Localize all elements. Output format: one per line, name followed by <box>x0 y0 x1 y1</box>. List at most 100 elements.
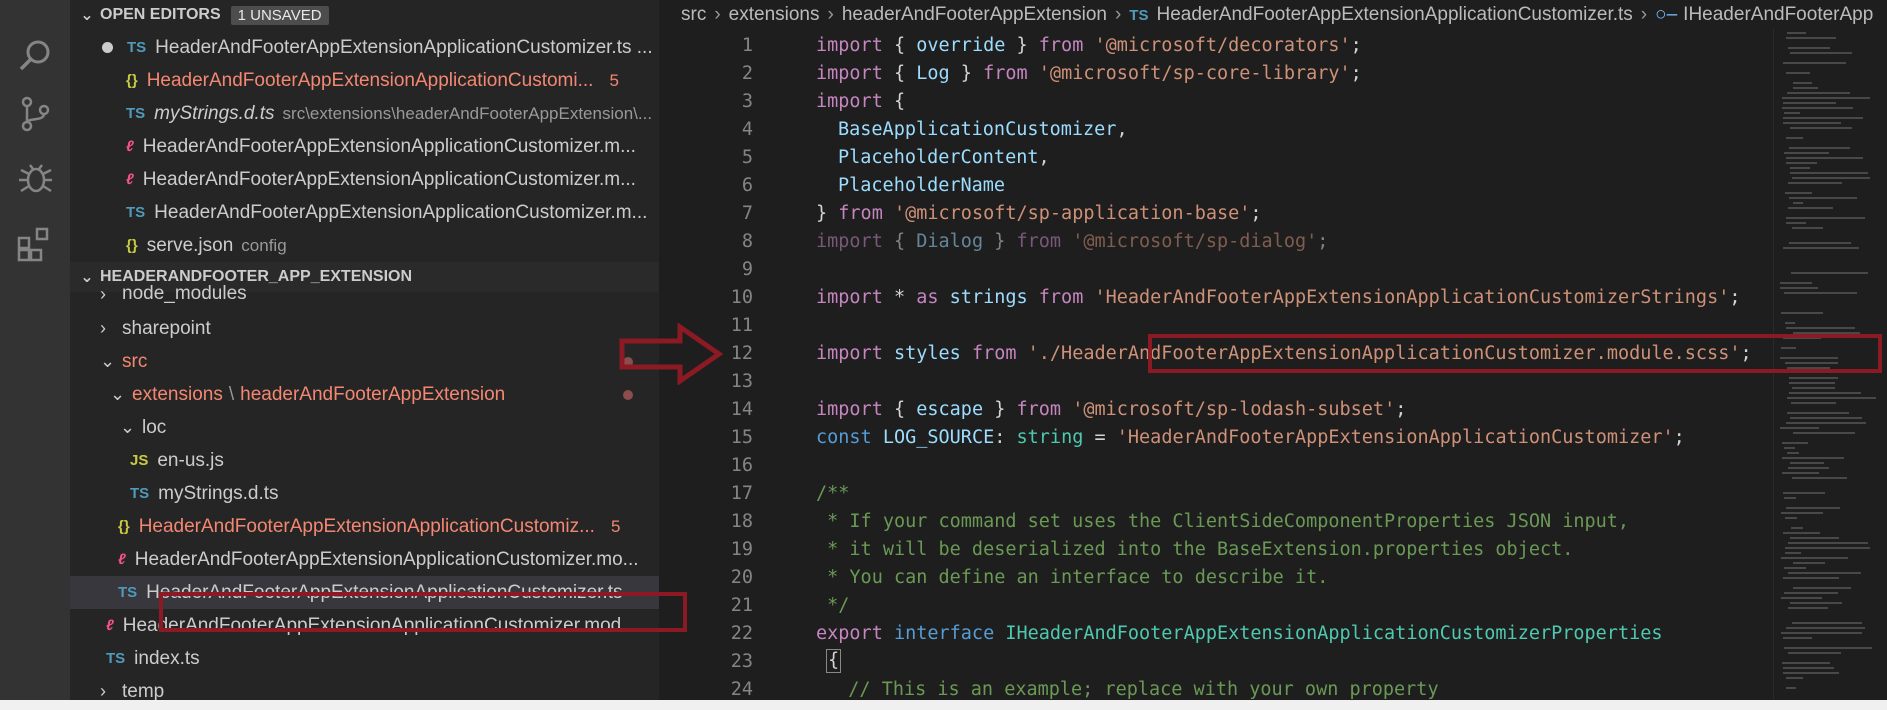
minimap-line <box>1783 637 1812 639</box>
code-line: 6 PlaceholderName <box>659 171 1005 199</box>
tree-folder[interactable]: › sharepoint <box>70 312 659 345</box>
open-editor-item[interactable]: TS HeaderAndFooterAppExtensionApplicatio… <box>70 196 659 229</box>
tree-file[interactable]: TS index.ts <box>70 642 659 675</box>
minimap-line <box>1789 392 1861 394</box>
minimap-line <box>1783 102 1836 104</box>
tree-file[interactable]: TS myStrings.d.ts <box>70 477 659 510</box>
code-line: 8 import { Dialog } from '@microsoft/sp-… <box>659 227 1329 255</box>
tree-file[interactable]: {} HeaderAndFooterAppExtensionApplicatio… <box>70 510 659 543</box>
minimap-line <box>1786 137 1803 139</box>
open-editors-header[interactable]: ⌄ OPEN EDITORS 1 UNSAVED <box>70 0 659 30</box>
extensions-icon[interactable] <box>13 222 57 266</box>
tree-folder[interactable]: ⌄ extensions \ headerAndFooterAppExtensi… <box>70 378 659 411</box>
minimap-line <box>1786 422 1866 424</box>
tree-label: HeaderAndFooterAppExtensionApplicationCu… <box>134 548 639 570</box>
minimap-line <box>1786 217 1865 219</box>
open-editor-item[interactable]: ℓ HeaderAndFooterAppExtensionApplication… <box>70 130 659 163</box>
source-control-icon[interactable] <box>13 92 57 136</box>
code-line: 22 export interface IHeaderAndFooterAppE… <box>659 619 1663 647</box>
minimap-line <box>1793 202 1803 204</box>
line-number: 16 <box>730 454 753 476</box>
chevron-down-icon: ⌄ <box>110 384 126 404</box>
open-editor-item[interactable]: {} serve.json config <box>70 229 659 262</box>
minimap-line <box>1786 687 1796 689</box>
minimap-line <box>1784 592 1838 594</box>
minimap-line <box>1789 242 1851 244</box>
open-editor-item[interactable]: TS HeaderAndFooterAppExtensionApplicatio… <box>70 31 659 64</box>
open-editor-item[interactable]: {} HeaderAndFooterAppExtensionApplicatio… <box>70 64 659 97</box>
open-editor-item[interactable]: ℓ HeaderAndFooterAppExtensionApplication… <box>70 163 659 196</box>
typescript-file-icon: TS <box>130 485 150 502</box>
code-line: 1 import { override } from '@microsoft/d… <box>659 31 1362 59</box>
minimap-line <box>1788 542 1868 544</box>
typescript-file-icon: TS <box>106 650 126 667</box>
minimap-line <box>1790 462 1824 464</box>
minimap-line <box>1793 432 1855 434</box>
breadcrumb-symbol[interactable]: IHeaderAndFooterApp <box>1683 4 1873 26</box>
minimap-line <box>1782 457 1844 459</box>
minimap-line <box>1785 192 1812 194</box>
tree-folder[interactable]: › temp <box>70 675 659 701</box>
javascript-file-icon: JS <box>130 452 149 469</box>
breadcrumb-item[interactable]: src <box>681 4 706 26</box>
minimap-line <box>1783 532 1820 534</box>
tree-label: index.ts <box>134 647 200 669</box>
minimap-line <box>1793 87 1818 89</box>
open-editor-item[interactable]: TS myStrings.d.ts src\extensions\headerA… <box>70 97 659 130</box>
breadcrumb-item[interactable]: extensions <box>729 4 820 26</box>
bottom-border <box>0 700 1887 710</box>
open-editor-detail: src\extensions\headerAndFooterAppExtensi… <box>282 103 653 123</box>
line-number: 23 <box>730 650 753 672</box>
minimap-line <box>1783 492 1825 494</box>
minimap-line <box>1792 477 1847 479</box>
tree-file[interactable]: JS en-us.js <box>70 444 659 477</box>
minimap-line <box>1790 52 1852 54</box>
minimap-line <box>1789 197 1857 199</box>
tree-folder[interactable]: › node_modules <box>70 282 659 306</box>
minimap-line <box>1788 607 1828 609</box>
minimap-line <box>1793 562 1825 564</box>
open-editor-detail: config <box>241 235 287 255</box>
minimap-line <box>1792 387 1835 389</box>
tree-label: loc <box>142 416 167 438</box>
minimap-line <box>1783 122 1841 124</box>
minimap-line <box>1786 327 1855 329</box>
tree-file[interactable]: ℓ HeaderAndFooterAppExtensionApplication… <box>70 543 659 576</box>
minimap-line <box>1789 147 1850 149</box>
open-editor-label: HeaderAndFooterAppExtensionApplicationCu… <box>142 135 636 157</box>
code-line: 19 * it will be deserialized into the Ba… <box>659 535 1574 563</box>
tree-label: temp <box>122 680 165 701</box>
interface-symbol-icon: ○– <box>1655 4 1678 25</box>
minimap-line <box>1783 667 1834 669</box>
minimap-line <box>1783 577 1839 579</box>
typescript-file-icon: TS <box>118 584 138 601</box>
json-file-icon: {} <box>126 72 138 89</box>
minimap-line <box>1790 167 1810 169</box>
line-number: 20 <box>730 566 753 588</box>
tree-folder[interactable]: ⌄ loc <box>70 411 659 444</box>
breadcrumb-file[interactable]: HeaderAndFooterAppExtensionApplicationCu… <box>1156 4 1632 26</box>
path-separator: \ <box>228 383 235 405</box>
typescript-file-icon: TS <box>126 204 146 221</box>
minimap-line <box>1788 207 1833 209</box>
minimap-line <box>1792 177 1870 179</box>
search-icon[interactable] <box>13 34 57 78</box>
chevron-right-icon: › <box>714 4 721 25</box>
minimap-line <box>1790 537 1839 539</box>
tree-label: sharepoint <box>122 317 211 339</box>
minimap-line <box>1788 572 1861 574</box>
minimap-line <box>1787 32 1806 34</box>
minimap-line <box>1781 557 1848 559</box>
debug-icon[interactable] <box>13 156 57 200</box>
minimap-line <box>1786 157 1863 159</box>
scss-module-file-icon: ℓ <box>106 617 114 634</box>
tree-folder[interactable]: ⌄ src <box>70 345 659 378</box>
minimap-line <box>1786 627 1865 629</box>
minimap-line <box>1786 222 1806 224</box>
minimap-line <box>1787 412 1849 414</box>
line-number: 2 <box>741 62 753 84</box>
tree-label: extensions <box>132 383 223 405</box>
minimap-line <box>1787 452 1799 454</box>
modified-dot-icon <box>623 389 633 400</box>
breadcrumb-item[interactable]: headerAndFooterAppExtension <box>842 4 1107 26</box>
